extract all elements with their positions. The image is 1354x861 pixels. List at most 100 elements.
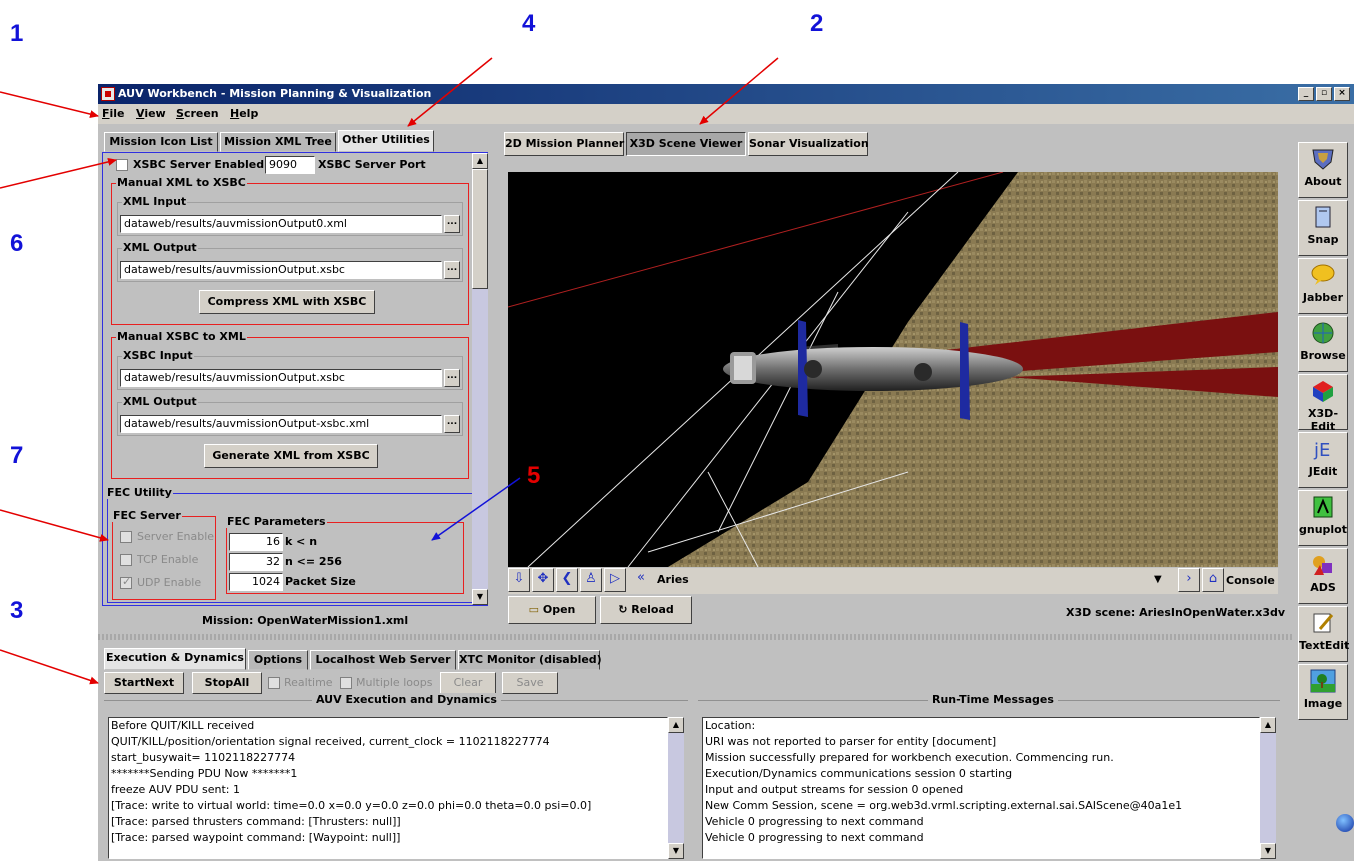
runtime-panel: Run-Time Messages Location: URI was not … xyxy=(698,693,1280,861)
clear-button[interactable]: Clear xyxy=(440,672,496,694)
runtime-log-line: New Comm Session, scene = org.web3d.vrml… xyxy=(705,799,1183,812)
xsbc-enabled-checkbox[interactable] xyxy=(116,159,128,171)
save-button[interactable]: Save xyxy=(502,672,558,694)
xml-input-label: XML Input xyxy=(122,195,188,208)
menu-screen[interactable]: Screen xyxy=(176,104,219,124)
textedit-button[interactable]: TextEdit xyxy=(1298,606,1350,662)
runtime-log-line: Input and output streams for session 0 o… xyxy=(705,783,964,796)
tab-mission-icon-list[interactable]: Mission Icon List xyxy=(104,132,218,152)
execution-log-line: start_busywait= 1102118227774 xyxy=(111,751,296,764)
jabber-button[interactable]: Jabber xyxy=(1298,258,1348,314)
runtime-log-line: URI was not reported to parser for entit… xyxy=(705,735,997,748)
scroll-down-icon[interactable]: ▼ xyxy=(668,843,684,859)
mission-label: Mission: OpenWaterMission1.xml xyxy=(202,614,409,627)
tab-mission-xml-tree[interactable]: Mission XML Tree xyxy=(220,132,336,152)
tab-other-utilities[interactable]: Other Utilities xyxy=(338,130,434,152)
application-window: AUV Workbench - Mission Planning & Visua… xyxy=(98,84,1354,861)
xml-output2-browse-button[interactable]: ... xyxy=(444,415,460,433)
about-button[interactable]: About xyxy=(1298,142,1348,198)
tcp-enable-checkbox[interactable] xyxy=(120,554,132,566)
jedit-button[interactable]: jE JEdit xyxy=(1298,432,1348,488)
xml-input-field[interactable]: dataweb/results/auvmissionOutput0.xml xyxy=(120,215,442,233)
x3d-edit-button[interactable]: X3D-Edit xyxy=(1298,374,1348,433)
tab-xtc-monitor[interactable]: XTC Monitor (disabled) xyxy=(458,650,602,670)
scroll-up-icon[interactable]: ▲ xyxy=(472,153,488,169)
generate-xml-button[interactable]: Generate XML from XSBC xyxy=(204,444,378,468)
prev-viewpoint-icon[interactable]: « xyxy=(630,568,652,592)
tab-x3d-scene-viewer[interactable]: X3D Scene Viewer xyxy=(626,132,746,156)
reload-button[interactable]: ↻ Reload xyxy=(600,596,692,624)
xml-input-browse-button[interactable]: ... xyxy=(444,215,460,233)
nav-pan-icon[interactable]: ✥ xyxy=(532,568,554,592)
k-label: k < n xyxy=(285,535,318,548)
xml-output-browse-button[interactable]: ... xyxy=(444,261,460,279)
menu-bar: File View Screen Help xyxy=(98,104,1354,124)
tab-execution-dynamics[interactable]: Execution & Dynamics xyxy=(104,648,246,670)
xml-output2-label: XML Output xyxy=(122,395,198,408)
tab-2d-mission-planner[interactable]: 2D Mission Planner xyxy=(504,132,624,156)
scroll-thumb[interactable] xyxy=(472,169,488,289)
runtime-log-line: Vehicle 0 progressing to next command xyxy=(705,831,924,844)
x3d-scene-label: X3D scene: AriesInOpenWater.x3dv xyxy=(1066,606,1286,619)
xml-output-field[interactable]: dataweb/results/auvmissionOutput.xsbc xyxy=(120,261,442,279)
execution-log[interactable]: Before QUIT/KILL received QUIT/KILL/posi… xyxy=(108,717,668,859)
nav-fly-icon[interactable]: ♙ xyxy=(580,568,602,592)
console-button[interactable]: Console xyxy=(1226,574,1275,587)
viewpoint-dropdown-icon[interactable]: ▼ xyxy=(1154,574,1162,585)
xsbc-input-field[interactable]: dataweb/results/auvmissionOutput.xsbc xyxy=(120,369,442,387)
nav-walk-icon[interactable]: ⇩ xyxy=(508,568,530,592)
menu-view[interactable]: View xyxy=(136,104,166,124)
runtime-log-scrollbar[interactable]: ▲ ▼ xyxy=(1260,717,1276,859)
close-button[interactable]: × xyxy=(1334,87,1350,101)
gnuplot-button[interactable]: gnuplot xyxy=(1298,490,1348,546)
scroll-down-icon[interactable]: ▼ xyxy=(472,589,488,605)
stop-all-button[interactable]: StopAll xyxy=(192,672,262,694)
realtime-checkbox[interactable] xyxy=(268,677,280,689)
scroll-up-icon[interactable]: ▲ xyxy=(668,717,684,733)
text-edit-pencil-icon xyxy=(1313,613,1334,633)
server-enable-checkbox[interactable] xyxy=(120,531,132,543)
gnuplot-icon xyxy=(1313,496,1333,518)
ads-button[interactable]: ADS xyxy=(1298,548,1348,604)
multiple-loops-checkbox[interactable] xyxy=(340,677,352,689)
utilities-scrollbar[interactable]: ▲ ▼ xyxy=(472,153,488,605)
tab-options[interactable]: Options xyxy=(248,650,308,670)
xsbc-input-browse-button[interactable]: ... xyxy=(444,369,460,387)
next-viewpoint-icon[interactable]: › xyxy=(1178,568,1200,592)
minimize-button[interactable]: _ xyxy=(1298,87,1314,101)
udp-enable-checkbox[interactable] xyxy=(120,575,132,589)
viewpoint-select[interactable]: Aries xyxy=(654,571,1174,591)
scroll-up-icon[interactable]: ▲ xyxy=(1260,717,1276,733)
nav-turn-icon[interactable]: ❮ xyxy=(556,568,578,592)
scroll-down-icon[interactable]: ▼ xyxy=(1260,843,1276,859)
runtime-log[interactable]: Location: URI was not reported to parser… xyxy=(702,717,1260,859)
tab-sonar-visualization[interactable]: Sonar Visualization xyxy=(748,132,869,156)
xml-output2-field[interactable]: dataweb/results/auvmissionOutput-xsbc.xm… xyxy=(120,415,442,433)
menu-help[interactable]: Help xyxy=(230,104,258,124)
snap-button[interactable]: Snap xyxy=(1298,200,1348,256)
nav-examine-icon[interactable]: ▷ xyxy=(604,568,626,592)
compress-xml-button[interactable]: Compress XML with XSBC xyxy=(199,290,375,314)
packet-size-field[interactable]: 1024 xyxy=(229,573,283,591)
open-button[interactable]: ▭ Open xyxy=(508,596,596,624)
textedit-label: TextEdit xyxy=(1299,639,1350,652)
browse-button[interactable]: Browse xyxy=(1298,316,1348,372)
k-field[interactable]: 16 xyxy=(229,533,283,551)
home-viewpoint-icon[interactable]: ⌂ xyxy=(1202,568,1224,592)
execution-log-scrollbar[interactable]: ▲ ▼ xyxy=(668,717,684,859)
fec-parameters-group: FEC Parameters 16 k < n 32 n <= 256 1024… xyxy=(226,515,464,594)
udp-enable-label: UDP Enable xyxy=(137,576,202,589)
annotation-1: 1 xyxy=(10,20,24,47)
n-field[interactable]: 32 xyxy=(229,553,283,571)
tab-localhost-web-server[interactable]: Localhost Web Server xyxy=(310,650,456,670)
navigation-toolbar: ⇩ ✥ ❮ ♙ ▷ « Aries ▼ › ⌂ Console xyxy=(508,568,1278,594)
maximize-button[interactable]: ▫ xyxy=(1316,87,1332,101)
ads-label: ADS xyxy=(1310,581,1336,594)
menu-file[interactable]: File xyxy=(102,104,125,124)
start-next-button[interactable]: StartNext xyxy=(104,672,184,694)
horizontal-splitter[interactable] xyxy=(98,634,1294,640)
xsbc-port-field[interactable]: 9090 xyxy=(265,156,315,174)
x3d-viewport[interactable] xyxy=(508,172,1278,567)
image-button[interactable]: Image xyxy=(1298,664,1348,720)
n-label: n <= 256 xyxy=(285,555,342,568)
